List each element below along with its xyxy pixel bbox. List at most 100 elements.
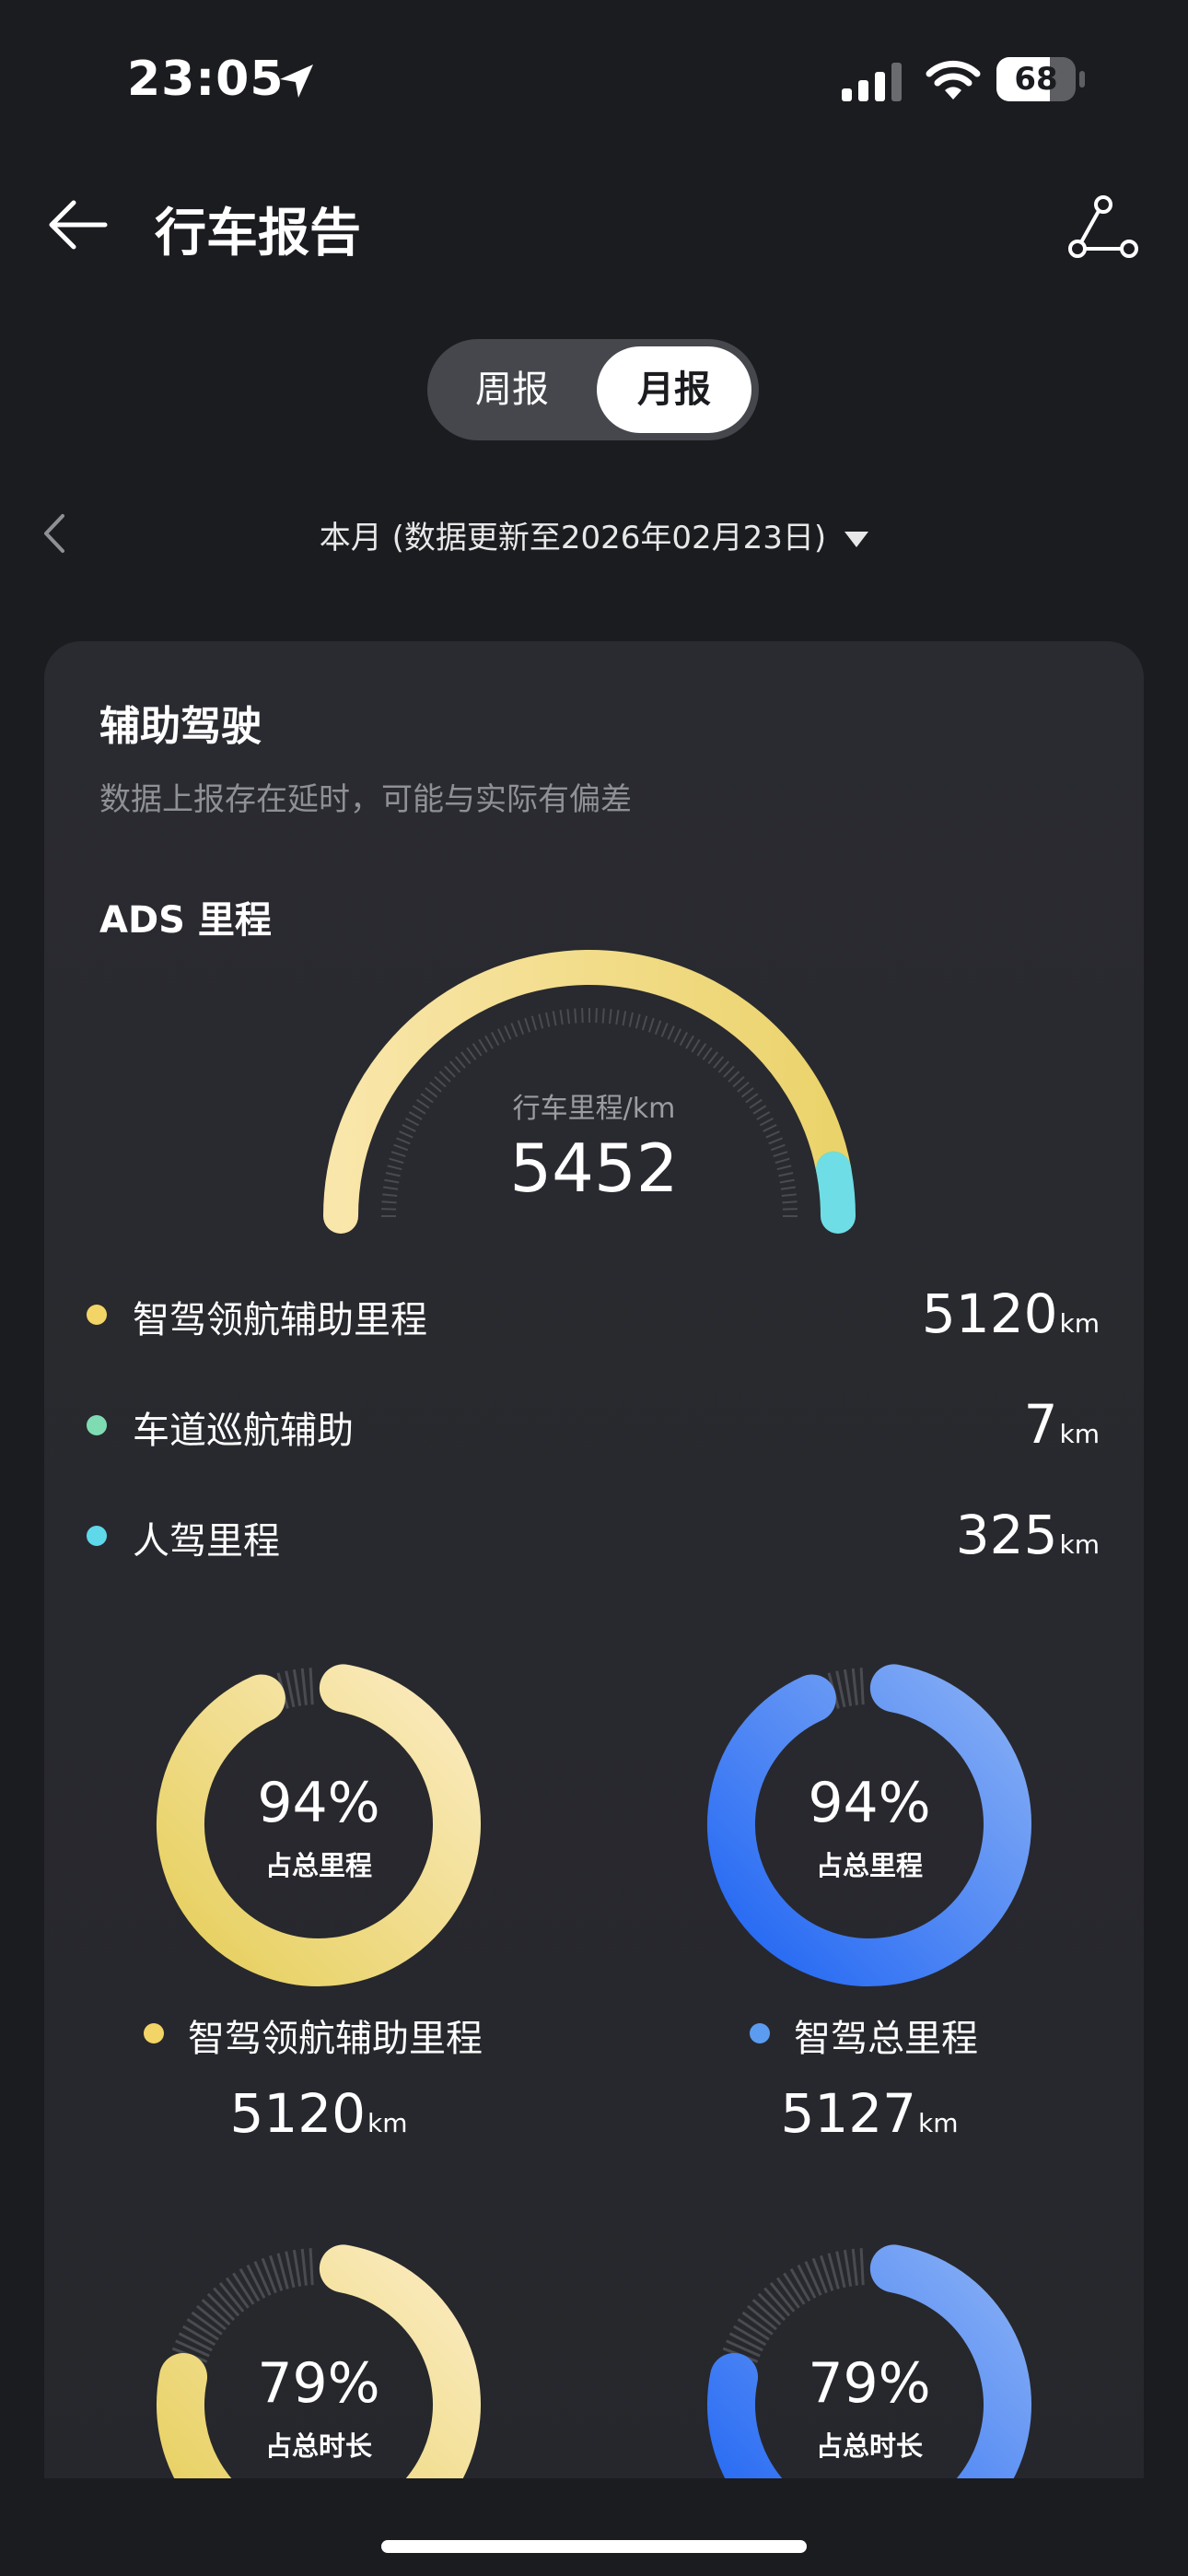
gauge-tick (615, 1010, 620, 1025)
legend-dot (144, 2023, 164, 2043)
tab-monthly[interactable]: 月报 (597, 346, 751, 433)
mileage-ring-tick (309, 1668, 314, 1705)
battery-level: 68 (1014, 61, 1058, 98)
gauge-tick (782, 1208, 798, 1211)
duration-ring-tick (292, 2249, 302, 2287)
gauge-tick (478, 1038, 488, 1053)
gauge-tick (491, 1031, 500, 1047)
back-arrow-icon[interactable] (46, 195, 111, 254)
legend-label: 智驾领航辅助里程 (133, 1299, 427, 1341)
ring-caption: 占总时长 (815, 2430, 923, 2462)
gauge-tick (504, 1025, 512, 1040)
duration-ring-tick (804, 2261, 822, 2296)
legend-value: 5120km (921, 1282, 1100, 1345)
legend-value: 7km (1023, 1393, 1100, 1456)
card-title: 辅助驾驶 (99, 703, 262, 750)
metric-label: 智驾总里程 (750, 2005, 1044, 2060)
gauge-tick (510, 1023, 518, 1037)
status-time: 23:05 (127, 52, 285, 107)
mileage-ring-tick (300, 1668, 308, 1705)
metric-label-text: 智驾总里程 (794, 2018, 978, 2060)
legend-label: 人驾里程 (133, 1520, 280, 1563)
ring-caption: 占总里程 (264, 1850, 372, 1881)
gauge-tick (717, 1060, 729, 1073)
legend-dot (87, 1415, 107, 1435)
ads-mileage-title: ADS 里程 (99, 899, 272, 942)
gauge-tick (647, 1017, 655, 1033)
gauge-tick (707, 1051, 718, 1065)
gauge-tick (608, 1009, 612, 1025)
legend-dot (750, 2023, 770, 2043)
gauge-tick (660, 1023, 669, 1037)
duration-ring-tick (843, 2249, 853, 2287)
tab-weekly[interactable]: 周报 (435, 346, 589, 433)
gauge-tick (466, 1047, 477, 1060)
ring-percent: 94% (808, 1771, 931, 1835)
gauge-tick (595, 1008, 598, 1024)
gauge-tick (444, 1065, 456, 1078)
legend-dot (87, 1526, 107, 1546)
legend-item: 人驾里程 325km (87, 1504, 1100, 1568)
gauge-tick (685, 1035, 694, 1049)
ring-percent: 94% (257, 1771, 380, 1835)
home-indicator[interactable] (381, 2540, 807, 2553)
bottom-safe-area (0, 2478, 1188, 2576)
duration-ring-tick (859, 2248, 865, 2286)
gauge-tick (497, 1028, 506, 1043)
gauge-tick (601, 1008, 605, 1024)
gauge-tick (460, 1051, 472, 1065)
gauge-tick (713, 1056, 725, 1069)
gauge-tick (667, 1025, 675, 1040)
legend-item: 车道巡航辅助 7km (87, 1393, 1100, 1458)
gauge-label: 行车里程/km (512, 1093, 676, 1125)
duration-ring-tick (300, 2248, 308, 2286)
duration-ring-tick (246, 2264, 266, 2299)
gauge-tick (454, 1056, 466, 1069)
gauge-tick (654, 1020, 662, 1036)
gauge-total: 5452 (509, 1130, 679, 1207)
period-tabs: 周报 月报 (427, 339, 759, 440)
gauge-tick (472, 1043, 483, 1057)
duration-ring-tick (309, 2248, 314, 2286)
ring-percent: 79% (808, 2351, 931, 2416)
gauge-tick (622, 1011, 627, 1026)
gauge-tick (545, 1012, 551, 1027)
gauge-tick (673, 1028, 681, 1043)
gauge-tick (679, 1031, 688, 1047)
gauge-tick (628, 1012, 634, 1027)
gauge-tick (530, 1015, 538, 1031)
gauge-tick (484, 1035, 494, 1049)
gauge-tick (581, 1008, 584, 1024)
gauge-tick (723, 1065, 735, 1078)
date-selector[interactable]: 本月 (数据更新至2026年02月23日) (0, 512, 1188, 557)
legend-dot (87, 1305, 107, 1325)
gauge-tick (702, 1047, 713, 1060)
legend-item: 智驾领航辅助里程 5120km (87, 1282, 1100, 1347)
gauge-tick (524, 1017, 531, 1033)
ring-percent: 79% (257, 2351, 380, 2416)
gauge-tick (728, 1071, 740, 1083)
duration-ring-tick (253, 2261, 272, 2296)
mileage-ring-tick (843, 1669, 853, 1706)
signal-icon (842, 63, 902, 101)
date-label: 本月 (数据更新至2026年02月23日) (319, 520, 827, 556)
gauge-tick (566, 1009, 571, 1025)
mileage-ring-tick (859, 1668, 865, 1705)
gauge-tick (641, 1015, 648, 1031)
gauge-tick (449, 1060, 461, 1073)
metric-value: 5127km (780, 2082, 959, 2145)
ring-caption: 占总时长 (264, 2430, 372, 2462)
gauge-tick (691, 1038, 701, 1053)
metric-value: 5120km (229, 2082, 408, 2145)
mileage-ring-tick (292, 1669, 302, 1706)
card-subtitle: 数据上报存在延时，可能与实际有偏差 (99, 781, 632, 818)
gauge-tick (696, 1043, 707, 1057)
location-arrow-icon (280, 64, 313, 98)
gauge-tick (635, 1013, 641, 1029)
gauge-tick (538, 1013, 544, 1029)
mileage-ring-tick (851, 1668, 858, 1705)
duration-ring-tick (178, 2332, 213, 2352)
route-share-icon[interactable] (1068, 195, 1138, 260)
gauge-tick (574, 1008, 577, 1024)
gauge-tick (559, 1010, 564, 1025)
